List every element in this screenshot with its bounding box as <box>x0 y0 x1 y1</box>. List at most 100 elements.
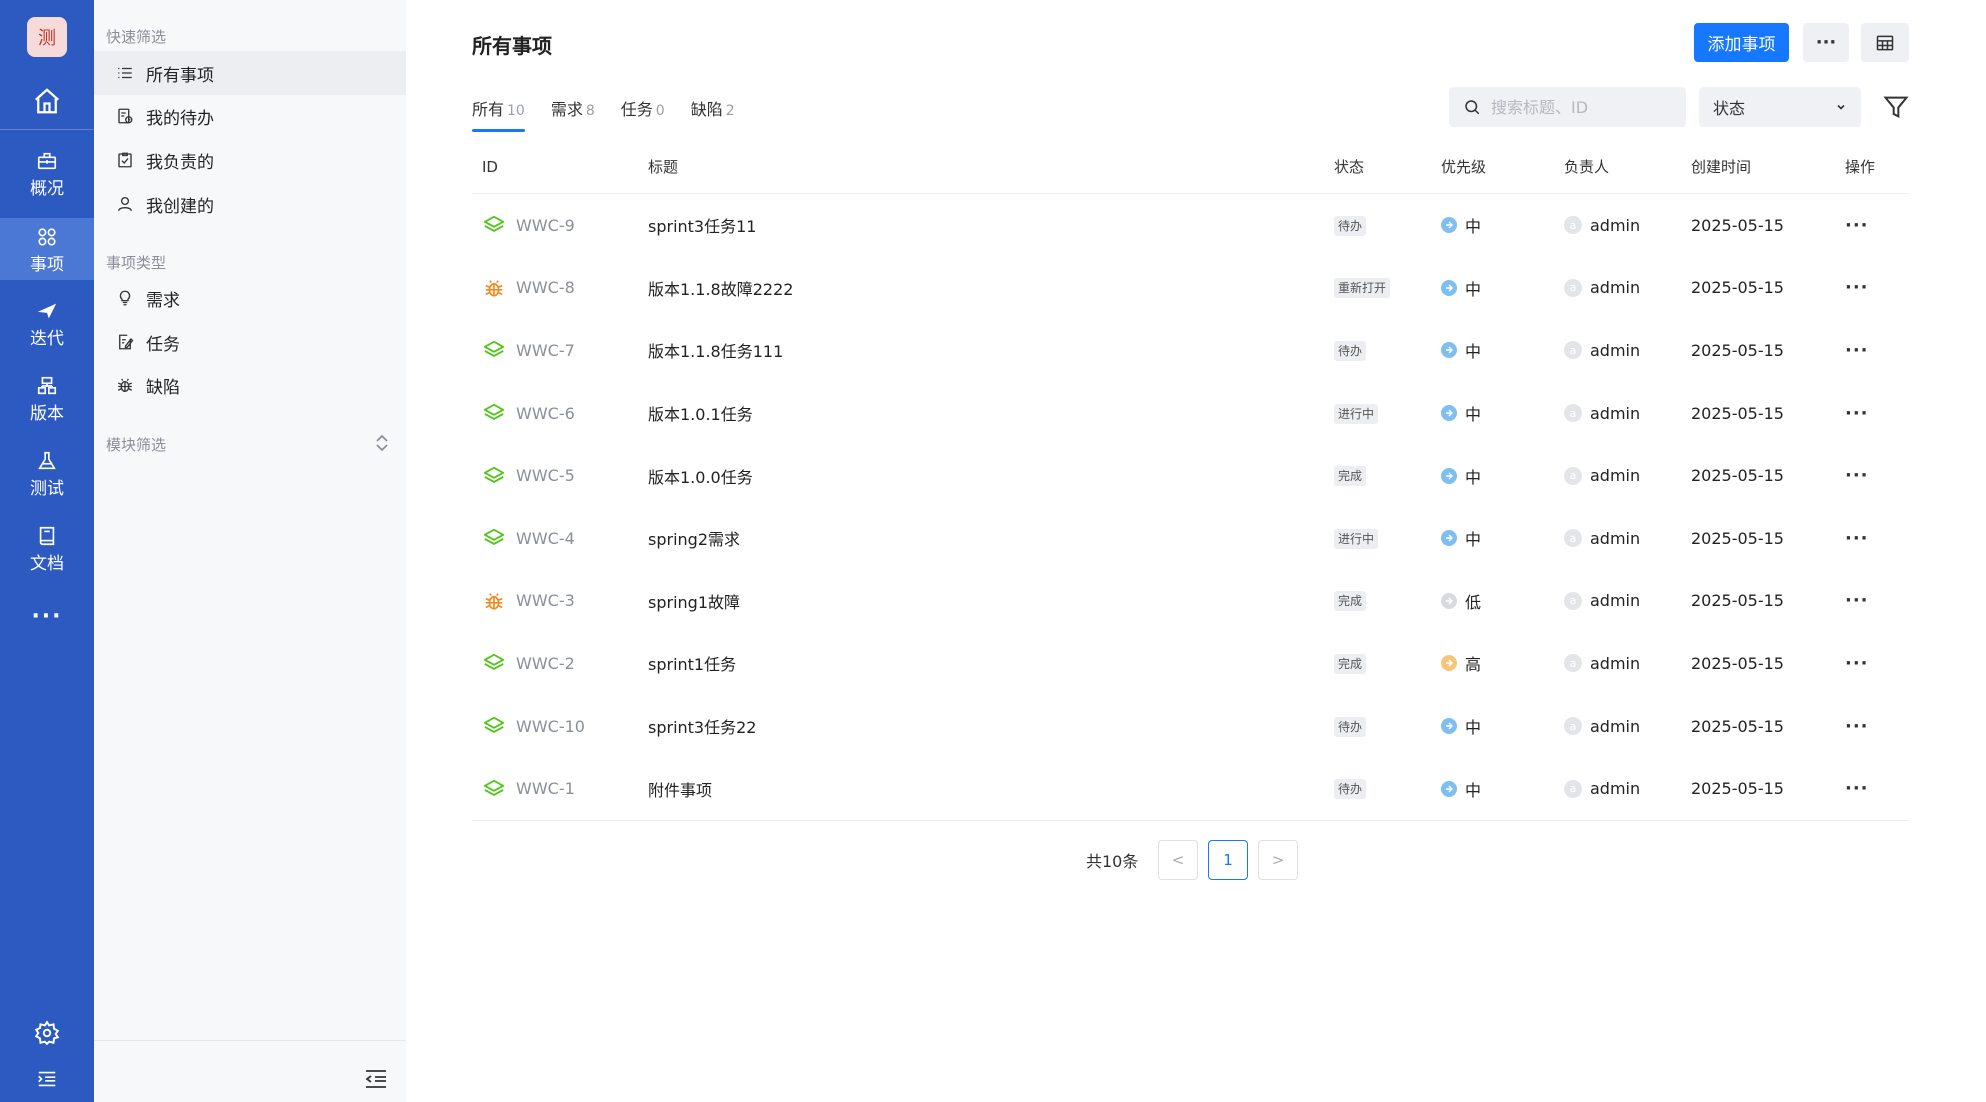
row-id[interactable]: WWC-2 <box>516 654 575 673</box>
type-bug[interactable]: 缺陷 <box>94 363 406 407</box>
sidebar-collapse-icon[interactable] <box>364 1068 388 1090</box>
row-title[interactable]: 版本1.0.1任务 <box>648 401 1334 425</box>
row-more-button[interactable]: ··· <box>1845 403 1869 424</box>
row-title[interactable]: sprint3任务11 <box>648 213 1334 237</box>
status-badge[interactable]: 待办 <box>1334 215 1367 236</box>
rail-item-sprint[interactable]: 迭代 <box>0 292 94 354</box>
row-id[interactable]: WWC-9 <box>516 216 575 235</box>
filter-my-created[interactable]: 我创建的 <box>94 182 406 226</box>
type-requirement[interactable]: 需求 <box>94 276 406 320</box>
row-priority: 中 <box>1465 342 1482 362</box>
table-view-button[interactable] <box>1861 23 1909 62</box>
status-badge[interactable]: 重新打开 <box>1334 278 1391 299</box>
row-owner-cell: a admin <box>1564 717 1691 736</box>
status-badge[interactable]: 完成 <box>1334 466 1367 487</box>
table-row[interactable]: WWC-7 版本1.1.8任务111 待办中 a admin 2025-05-15 ··· <box>472 319 1910 382</box>
status-badge[interactable]: 完成 <box>1334 591 1367 612</box>
filter-my-todo[interactable]: 我的待办 <box>94 94 406 138</box>
add-item-button[interactable]: 添加事项 <box>1694 23 1789 62</box>
table-row[interactable]: WWC-3 spring1故障 完成低 a admin 2025-05-15 ··· <box>472 570 1910 633</box>
row-priority: 中 <box>1465 780 1482 800</box>
row-status-cell: 完成 <box>1334 465 1441 487</box>
row-more-button[interactable]: ··· <box>1845 716 1869 737</box>
rail-item-overview[interactable]: 概况 <box>0 142 94 204</box>
prev-page-button[interactable]: < <box>1158 840 1198 880</box>
status-badge[interactable]: 待办 <box>1334 779 1367 800</box>
row-title[interactable]: sprint3任务22 <box>648 714 1334 738</box>
row-more-button[interactable]: ··· <box>1845 215 1869 236</box>
status-select[interactable]: 状态 <box>1699 87 1861 127</box>
status-badge[interactable]: 进行中 <box>1334 528 1379 549</box>
settings-icon[interactable] <box>34 1020 60 1046</box>
row-more-button[interactable]: ··· <box>1845 277 1869 298</box>
row-owner: admin <box>1590 340 1641 360</box>
row-title[interactable]: 版本1.1.8任务111 <box>648 338 1334 362</box>
table-row[interactable]: WWC-8 版本1.1.8故障2222 重新打开中 a admin 2025-05-15 ·… <box>472 257 1910 320</box>
issue-type-title: 事项类型 <box>106 254 167 272</box>
next-page-button[interactable]: > <box>1258 840 1298 880</box>
project-logo[interactable]: 测 <box>27 17 67 57</box>
expand-collapse-icon[interactable] <box>374 432 390 454</box>
row-title[interactable]: sprint1任务 <box>648 651 1334 675</box>
status-badge[interactable]: 进行中 <box>1334 403 1379 424</box>
tab-task[interactable]: 任务 0 <box>621 96 665 132</box>
row-title[interactable]: spring1故障 <box>648 589 1334 613</box>
row-title[interactable]: spring2需求 <box>648 526 1334 550</box>
home-button[interactable] <box>0 72 94 130</box>
filter-icon[interactable] <box>1882 93 1910 121</box>
row-actions-cell: ··· <box>1835 590 1910 611</box>
tab-bug[interactable]: 缺陷 2 <box>691 96 735 132</box>
table-row[interactable]: WWC-10 sprint3任务22 待办中 a admin 2025-05-15 ··· <box>472 695 1910 758</box>
search-input[interactable] <box>1491 97 1671 117</box>
row-more-button[interactable]: ··· <box>1845 590 1869 611</box>
page-title: 所有事项 <box>472 34 552 58</box>
avatar: a <box>1564 341 1582 360</box>
table-row[interactable]: WWC-1 附件事项 待办中 a admin 2025-05-15 ··· <box>472 757 1910 820</box>
menu-expand-icon[interactable] <box>36 1068 58 1090</box>
row-more-button[interactable]: ··· <box>1845 778 1869 799</box>
row-title[interactable]: 版本1.1.8故障2222 <box>648 276 1334 300</box>
filter-my-responsible[interactable]: 我负责的 <box>94 138 406 182</box>
table-row[interactable]: WWC-2 sprint1任务 完成高 a admin 2025-05-15 ··· <box>472 632 1910 695</box>
row-priority: 中 <box>1465 217 1482 237</box>
row-more-button[interactable]: ··· <box>1845 653 1869 674</box>
filter-all-items[interactable]: 所有事项 <box>94 51 406 95</box>
row-id[interactable]: WWC-5 <box>516 466 575 485</box>
row-id[interactable]: WWC-6 <box>516 404 575 423</box>
status-badge[interactable]: 待办 <box>1334 716 1367 737</box>
table-row[interactable]: WWC-9 sprint3任务11 待办中 a admin 2025-05-15 ··· <box>472 194 1910 257</box>
row-title[interactable]: 附件事项 <box>648 777 1334 801</box>
rail-item-test[interactable]: 测试 <box>0 442 94 504</box>
row-id[interactable]: WWC-7 <box>516 341 575 360</box>
rail-item-version[interactable]: 版本 <box>0 367 94 429</box>
row-id[interactable]: WWC-1 <box>516 779 575 798</box>
rail-item-issues[interactable]: 事项 <box>0 218 94 280</box>
row-more-button[interactable]: ··· <box>1845 465 1869 486</box>
row-id[interactable]: WWC-10 <box>516 717 585 736</box>
row-id[interactable]: WWC-4 <box>516 529 575 548</box>
status-badge[interactable]: 待办 <box>1334 340 1367 361</box>
type-task[interactable]: 任务 <box>94 320 406 364</box>
rail-more-button[interactable]: ··· <box>0 604 94 629</box>
col-id: ID <box>482 157 498 176</box>
search-box[interactable] <box>1449 87 1686 127</box>
clipboard-check-icon <box>114 149 136 171</box>
row-more-button[interactable]: ··· <box>1845 340 1869 361</box>
status-badge[interactable]: 完成 <box>1334 653 1367 674</box>
task-type-icon <box>482 777 506 801</box>
more-actions-button[interactable]: ··· <box>1803 23 1849 62</box>
row-actions-cell: ··· <box>1835 716 1910 737</box>
rail-item-docs[interactable]: 文档 <box>0 517 94 579</box>
page-1-button[interactable]: 1 <box>1208 840 1248 880</box>
table-row[interactable]: WWC-4 spring2需求 进行中中 a admin 2025-05-15 ··· <box>472 507 1910 570</box>
row-owner: admin <box>1590 403 1641 423</box>
row-id[interactable]: WWC-3 <box>516 591 575 610</box>
row-id[interactable]: WWC-8 <box>516 278 575 297</box>
issue-tabs: 所有 10 需求 8 任务 0 缺陷 2 <box>472 96 761 132</box>
row-more-button[interactable]: ··· <box>1845 528 1869 549</box>
row-title[interactable]: 版本1.0.0任务 <box>648 464 1334 488</box>
table-row[interactable]: WWC-6 版本1.0.1任务 进行中中 a admin 2025-05-15 ··· <box>472 382 1910 445</box>
table-row[interactable]: WWC-5 版本1.0.0任务 完成中 a admin 2025-05-15 ··· <box>472 444 1910 507</box>
tab-requirement[interactable]: 需求 8 <box>551 96 595 132</box>
tab-all[interactable]: 所有 10 <box>472 96 525 132</box>
